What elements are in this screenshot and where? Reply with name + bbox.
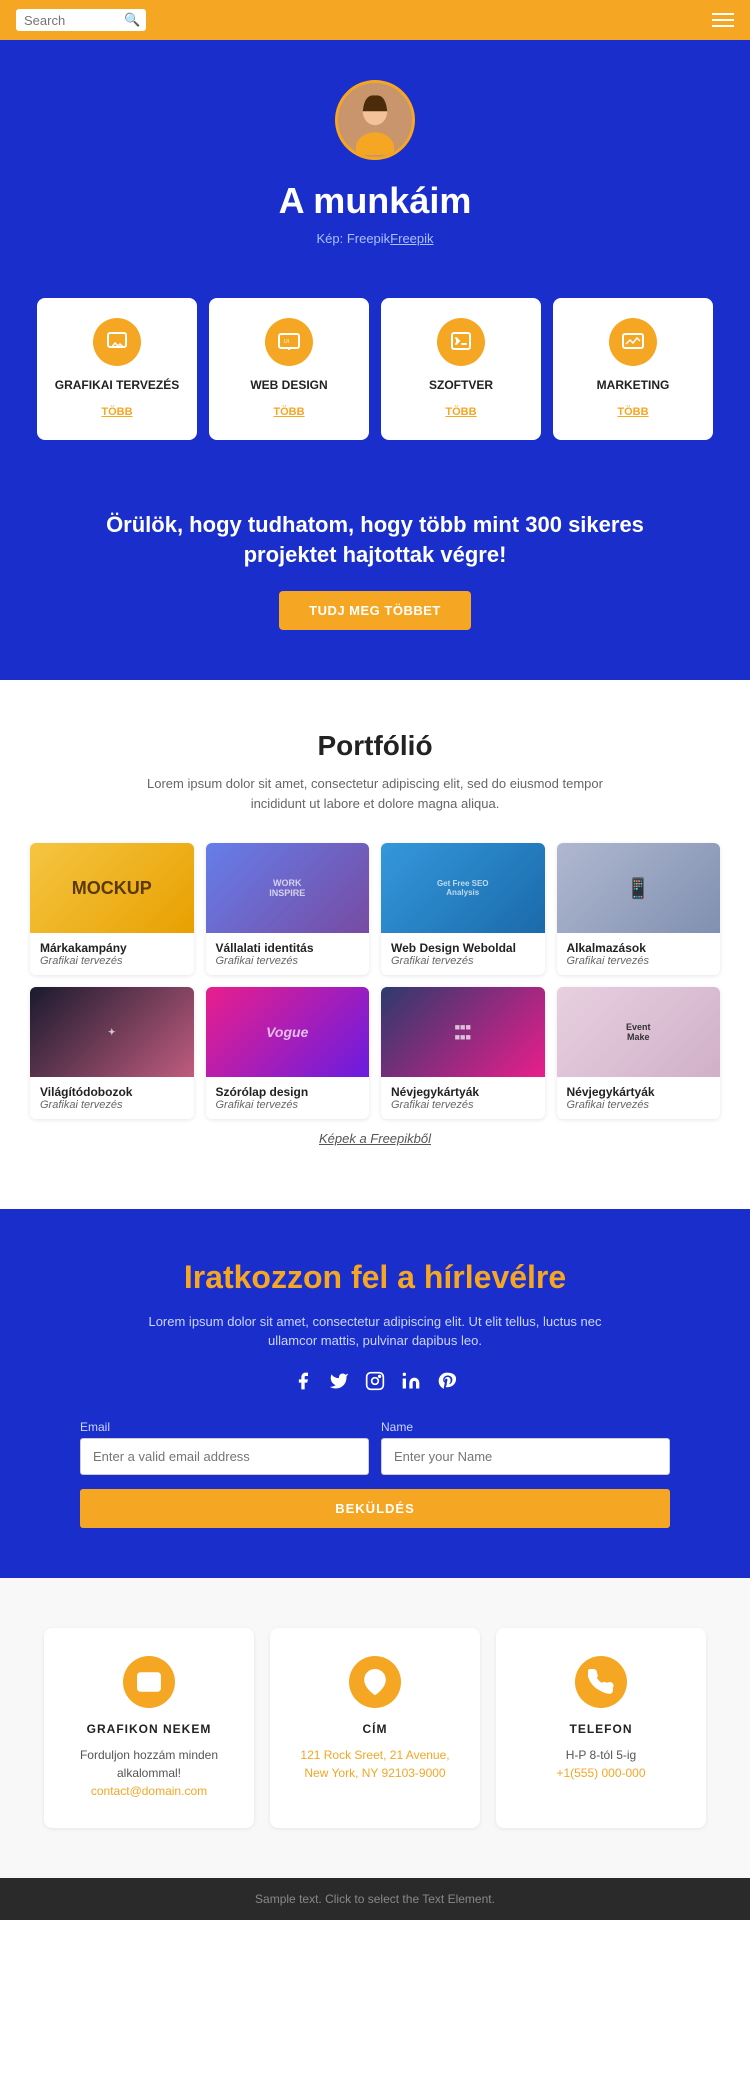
portfolio-grid: MOCKUP Márkakampány Grafikai tervezés WO…: [30, 843, 720, 1119]
portfolio-item-cat-0: Grafikai tervezés: [40, 955, 184, 967]
portfolio-item-4[interactable]: ✦ Világítódobozok Grafikai tervezés: [30, 987, 194, 1119]
portfolio-item-0[interactable]: MOCKUP Márkakampány Grafikai tervezés: [30, 843, 194, 975]
hero-title: A munkáim: [20, 180, 730, 222]
portfolio-item-cat-2: Grafikai tervezés: [391, 955, 535, 967]
contact-card-phone: TELEFON H-P 8-tól 5-ig +1(555) 000-000: [496, 1628, 706, 1828]
services-section: GRAFIKAI TERVEZÉS TÖBB UI WEB DESIGN TÖB…: [0, 298, 750, 480]
email-icon: [123, 1656, 175, 1708]
hero-section: A munkáim Kép: FreepikFreepik: [0, 40, 750, 298]
svg-text:UI: UI: [284, 339, 289, 345]
portfolio-item-title-7: Névjegykártyák: [567, 1085, 711, 1099]
portfolio-item-1[interactable]: WORKINSPIRE Vállalati identitás Grafikai…: [206, 843, 370, 975]
service-more-szoftver[interactable]: TÖBB: [445, 406, 476, 418]
linkedin-icon[interactable]: [401, 1371, 421, 1396]
grafikai-icon: [93, 318, 141, 366]
portfolio-item-cat-1: Grafikai tervezés: [216, 955, 360, 967]
portfolio-item-title-3: Alkalmazások: [567, 941, 711, 955]
email-field-group: Email: [80, 1420, 369, 1475]
contact-phone-link[interactable]: +1(555) 000-000: [556, 1766, 645, 1780]
contact-email-link[interactable]: contact@domain.com: [91, 1784, 207, 1798]
portfolio-item-5[interactable]: Vogue Szórólap design Grafikai tervezés: [206, 987, 370, 1119]
submit-button[interactable]: BEKÜLDÉS: [80, 1489, 670, 1528]
portfolio-item-cat-6: Grafikai tervezés: [391, 1099, 535, 1111]
contact-address-title: CÍM: [290, 1722, 460, 1736]
newsletter-title: Iratkozzon fel a hírlevélre: [80, 1259, 670, 1296]
portfolio-item-title-4: Világítódobozok: [40, 1085, 184, 1099]
newsletter-description: Lorem ipsum dolor sit amet, consectetur …: [135, 1312, 615, 1351]
search-input[interactable]: [24, 13, 124, 28]
service-title-marketing: MARKETING: [567, 378, 699, 394]
cta-section: Örülök, hogy tudhatom, hogy több mint 30…: [0, 480, 750, 681]
service-more-marketing[interactable]: TÖBB: [617, 406, 648, 418]
hero-subtitle: Kép: FreepikFreepik: [20, 230, 730, 248]
portfolio-item-cat-7: Grafikai tervezés: [567, 1099, 711, 1111]
szoftver-icon: [437, 318, 485, 366]
contact-card-address: CÍM 121 Rock Sreet, 21 Avenue, New York,…: [270, 1628, 480, 1828]
service-title-grafikai: GRAFIKAI TERVEZÉS: [51, 378, 183, 394]
marketing-icon: [609, 318, 657, 366]
avatar: [335, 80, 415, 160]
social-icons-row: [80, 1371, 670, 1396]
service-card-marketing: MARKETING TÖBB: [553, 298, 713, 440]
service-card-szoftver: SZOFTVER TÖBB: [381, 298, 541, 440]
newsletter-form-row: Email Name: [80, 1420, 670, 1475]
portfolio-item-3[interactable]: 📱 Alkalmazások Grafikai tervezés: [557, 843, 721, 975]
service-card-grafikai: GRAFIKAI TERVEZÉS TÖBB: [37, 298, 197, 440]
contact-email-text: Forduljon hozzám minden alkalommal!: [64, 1746, 234, 1782]
service-more-web[interactable]: TÖBB: [273, 406, 304, 418]
contact-phone-text: H-P 8-tól 5-ig: [516, 1746, 686, 1764]
portfolio-item-cat-3: Grafikai tervezés: [567, 955, 711, 967]
contact-card-email: GRAFIKON NEKEM Forduljon hozzám minden a…: [44, 1628, 254, 1828]
service-title-web: WEB DESIGN: [223, 378, 355, 394]
email-label: Email: [80, 1420, 369, 1434]
site-header: 🔍: [0, 0, 750, 40]
portfolio-source-link[interactable]: Képek a Freepikből: [319, 1131, 431, 1146]
portfolio-description: Lorem ipsum dolor sit amet, consectetur …: [125, 774, 625, 813]
contact-section: GRAFIKON NEKEM Forduljon hozzám minden a…: [0, 1578, 750, 1878]
portfolio-item-title-0: Márkakampány: [40, 941, 184, 955]
contact-phone-title: TELEFON: [516, 1722, 686, 1736]
portfolio-item-cat-4: Grafikai tervezés: [40, 1099, 184, 1111]
service-title-szoftver: SZOFTVER: [395, 378, 527, 394]
search-box[interactable]: 🔍: [16, 9, 146, 31]
name-label: Name: [381, 1420, 670, 1434]
portfolio-source: Képek a Freepikből: [125, 1129, 625, 1149]
cta-text: Örülök, hogy tudhatom, hogy több mint 30…: [60, 510, 690, 572]
newsletter-section: Iratkozzon fel a hírlevélre Lorem ipsum …: [0, 1209, 750, 1578]
portfolio-item-2[interactable]: Get Free SEOAnalysis Web Design Weboldal…: [381, 843, 545, 975]
search-icon: 🔍: [124, 12, 140, 28]
portfolio-item-title-2: Web Design Weboldal: [391, 941, 535, 955]
portfolio-item-title-1: Vállalati identitás: [216, 941, 360, 955]
portfolio-item-6[interactable]: ■■■■■■ Névjegykártyák Grafikai tervezés: [381, 987, 545, 1119]
portfolio-section: Portfólió Lorem ipsum dolor sit amet, co…: [0, 680, 750, 1209]
freepik-link[interactable]: Freepik: [390, 231, 433, 246]
contact-address-text: 121 Rock Sreet, 21 Avenue, New York, NY …: [290, 1746, 460, 1782]
site-footer: Sample text. Click to select the Text El…: [0, 1878, 750, 1920]
service-more-grafikai[interactable]: TÖBB: [101, 406, 132, 418]
portfolio-item-cat-5: Grafikai tervezés: [216, 1099, 360, 1111]
pinterest-icon[interactable]: [437, 1371, 457, 1396]
email-input[interactable]: [80, 1438, 369, 1475]
hamburger-menu[interactable]: [712, 13, 734, 27]
instagram-icon[interactable]: [365, 1371, 385, 1396]
service-card-web: UI WEB DESIGN TÖBB: [209, 298, 369, 440]
name-field-group: Name: [381, 1420, 670, 1475]
portfolio-item-7[interactable]: EventMake Névjegykártyák Grafikai tervez…: [557, 987, 721, 1119]
contact-email-title: GRAFIKON NEKEM: [64, 1722, 234, 1736]
twitter-icon[interactable]: [329, 1371, 349, 1396]
location-icon: [349, 1656, 401, 1708]
portfolio-title: Portfólió: [30, 730, 720, 762]
cta-button[interactable]: TUDJ MEG TÖBBET: [279, 591, 471, 630]
facebook-icon[interactable]: [293, 1371, 313, 1396]
name-input[interactable]: [381, 1438, 670, 1475]
portfolio-item-title-5: Szórólap design: [216, 1085, 360, 1099]
web-icon: UI: [265, 318, 313, 366]
portfolio-item-title-6: Névjegykártyák: [391, 1085, 535, 1099]
phone-icon: [575, 1656, 627, 1708]
footer-text: Sample text. Click to select the Text El…: [20, 1892, 730, 1906]
